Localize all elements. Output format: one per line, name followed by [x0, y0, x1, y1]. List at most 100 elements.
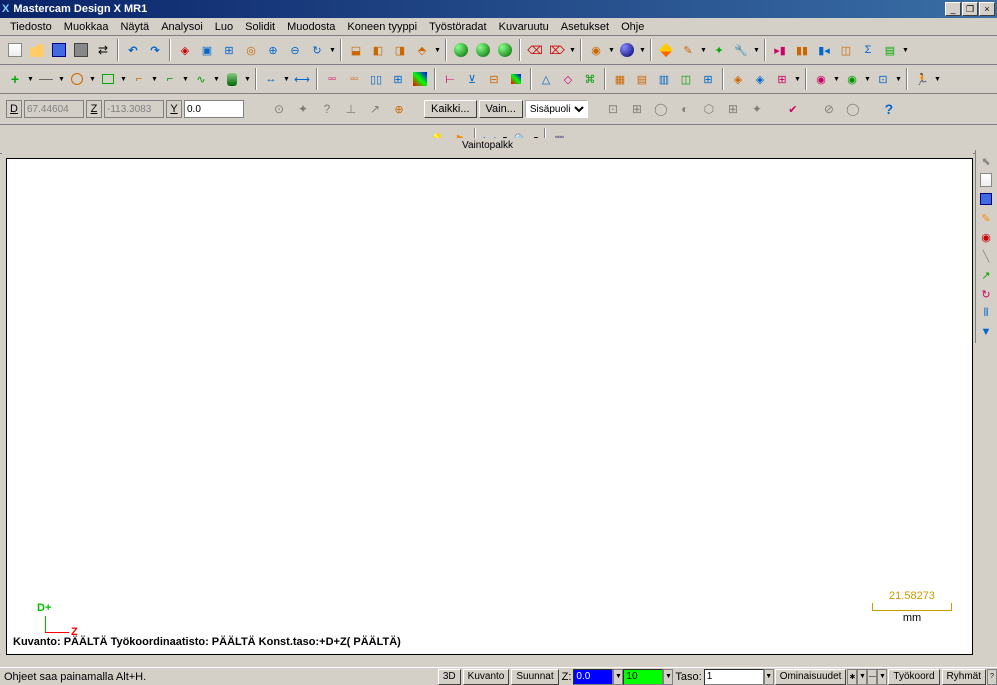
d-coord-label[interactable]: D: [6, 100, 22, 118]
dropdown-arrow-icon[interactable]: ▼: [832, 68, 841, 90]
z-coord-label[interactable]: Z: [86, 100, 102, 118]
d-coord-input[interactable]: [24, 100, 84, 118]
status-ominaisuudet-button[interactable]: Ominaisuudet: [775, 669, 847, 685]
dropdown-arrow-icon[interactable]: ▼: [150, 68, 159, 90]
zoom-target-icon[interactable]: ◎: [240, 39, 262, 61]
rt-mirror-icon[interactable]: ⦀: [977, 304, 995, 322]
status-suunnat-button[interactable]: Suunnat: [511, 669, 558, 685]
xform4-icon[interactable]: ⊞: [387, 68, 409, 90]
close-button[interactable]: ×: [979, 2, 995, 16]
rect-icon[interactable]: [97, 68, 119, 90]
misc3-icon[interactable]: ⌘: [579, 68, 601, 90]
help-icon[interactable]: ?: [878, 98, 900, 120]
zoom-in-icon[interactable]: ⊕: [262, 39, 284, 61]
plane3-icon[interactable]: ▥: [653, 68, 675, 90]
menu-tiedosto[interactable]: Tiedosto: [4, 20, 58, 34]
status-taso-input[interactable]: [704, 669, 764, 685]
redo-button[interactable]: ↷: [144, 39, 166, 61]
status-ryhmat-button[interactable]: Ryhmät: [942, 669, 986, 685]
menu-nayta[interactable]: Näytä: [114, 20, 155, 34]
toggle-icon[interactable]: ⇄: [92, 39, 114, 61]
menu-ohje[interactable]: Ohje: [615, 20, 650, 34]
rt-line-icon[interactable]: ╲: [977, 247, 995, 265]
op3-icon[interactable]: ▮◂: [813, 39, 835, 61]
kaikki-button[interactable]: Kaikki...: [424, 100, 477, 118]
menu-solidit[interactable]: Solidit: [239, 20, 281, 34]
fit-icon[interactable]: ◈: [174, 39, 196, 61]
dropdown-arrow-icon[interactable]: ▼: [933, 68, 942, 90]
undo-button[interactable]: ↶: [122, 39, 144, 61]
dropdown-arrow-icon[interactable]: ▼: [901, 39, 910, 61]
tool2-icon[interactable]: ◉: [841, 68, 863, 90]
snap6-icon[interactable]: ⊕: [388, 98, 410, 120]
op1-icon[interactable]: ▸▮: [769, 39, 791, 61]
misc2-icon[interactable]: ◇: [557, 68, 579, 90]
dropdown-arrow-icon[interactable]: ▼: [181, 68, 190, 90]
draw3-icon[interactable]: ✦: [708, 39, 730, 61]
op2-icon[interactable]: ▮▮: [791, 39, 813, 61]
dropdown-arrow-icon[interactable]: ▼: [212, 68, 221, 90]
restore-button[interactable]: ❐: [962, 2, 978, 16]
chamfer-icon[interactable]: ⌐: [159, 68, 181, 90]
dropdown-arrow-icon[interactable]: ▼: [26, 68, 35, 90]
draw4-icon[interactable]: 🔧: [730, 39, 752, 61]
print-button[interactable]: [70, 39, 92, 61]
dropdown-arrow-icon[interactable]: ▼: [282, 68, 291, 90]
menu-muokkaa[interactable]: Muokkaa: [58, 20, 115, 34]
plane5-icon[interactable]: ⊞: [697, 68, 719, 90]
status-color-dropdown[interactable]: ▼: [663, 669, 673, 685]
sisapuoli-combo[interactable]: Sisäpuoli: [525, 100, 588, 118]
op5-icon[interactable]: Σ: [857, 39, 879, 61]
status-prop-dd3[interactable]: —: [867, 669, 877, 685]
line-icon[interactable]: [35, 68, 57, 90]
menu-asetukset[interactable]: Asetukset: [555, 20, 615, 34]
trim3-icon[interactable]: ⊟: [483, 68, 505, 90]
tool3-icon[interactable]: ⊡: [872, 68, 894, 90]
rt-select-icon[interactable]: ⬉: [977, 152, 995, 170]
primitive-icon[interactable]: [221, 68, 243, 90]
status-z-input[interactable]: [573, 669, 613, 685]
status-prop-dd2[interactable]: ▼: [857, 669, 867, 685]
dropdown-arrow-icon[interactable]: ▼: [638, 39, 647, 61]
rt-down-icon[interactable]: ▼: [977, 323, 995, 341]
xform2-icon[interactable]: ▫▫: [343, 68, 365, 90]
status-help-icon[interactable]: ?: [987, 669, 997, 685]
arc-icon[interactable]: [66, 68, 88, 90]
dropdown-arrow-icon[interactable]: ▼: [607, 39, 616, 61]
zoom-window-icon[interactable]: ⊞: [218, 39, 240, 61]
analyze2-icon[interactable]: [616, 39, 638, 61]
dim1-icon[interactable]: ↔: [260, 68, 282, 90]
new-button[interactable]: [4, 39, 26, 61]
menu-analysoi[interactable]: Analysoi: [155, 20, 209, 34]
trim4-icon[interactable]: [505, 68, 527, 90]
dropdown-arrow-icon[interactable]: ▼: [119, 68, 128, 90]
trim2-icon[interactable]: ⊻: [461, 68, 483, 90]
view-iso-icon[interactable]: ⬘: [411, 39, 433, 61]
solid1-icon[interactable]: [450, 39, 472, 61]
canvas[interactable]: D+ Z 21.58273 mm Kuvanto: PÄÄLTÄ Työkoor…: [6, 158, 973, 655]
dropdown-arrow-icon[interactable]: ▼: [752, 39, 761, 61]
rt-pencil-icon[interactable]: ✎: [977, 209, 995, 227]
draw2-icon[interactable]: ✎: [677, 39, 699, 61]
trim1-icon[interactable]: ⊢: [439, 68, 461, 90]
open-button[interactable]: [26, 39, 48, 61]
view-side-icon[interactable]: ◨: [389, 39, 411, 61]
zoom-out-icon[interactable]: ⊖: [284, 39, 306, 61]
point-icon[interactable]: +: [4, 68, 26, 90]
rt-save-icon[interactable]: [977, 190, 995, 208]
op6-icon[interactable]: ▤: [879, 39, 901, 61]
dim2-icon[interactable]: ⟷: [291, 68, 313, 90]
view-front-icon[interactable]: ◧: [367, 39, 389, 61]
tool1-icon[interactable]: ◉: [810, 68, 832, 90]
repaint-icon[interactable]: ▣: [196, 39, 218, 61]
misc1-icon[interactable]: △: [535, 68, 557, 90]
run-icon[interactable]: 🏃: [911, 68, 933, 90]
dropdown-arrow-icon[interactable]: ▼: [433, 39, 442, 61]
rt-move-icon[interactable]: ↗: [977, 266, 995, 284]
save-button[interactable]: [48, 39, 70, 61]
xform1-icon[interactable]: ▫▫: [321, 68, 343, 90]
surf2-icon[interactable]: ◈: [749, 68, 771, 90]
dropdown-arrow-icon[interactable]: ▼: [243, 68, 252, 90]
xform5-icon[interactable]: [409, 68, 431, 90]
menu-tyostoradat[interactable]: Työstöradat: [423, 20, 492, 34]
